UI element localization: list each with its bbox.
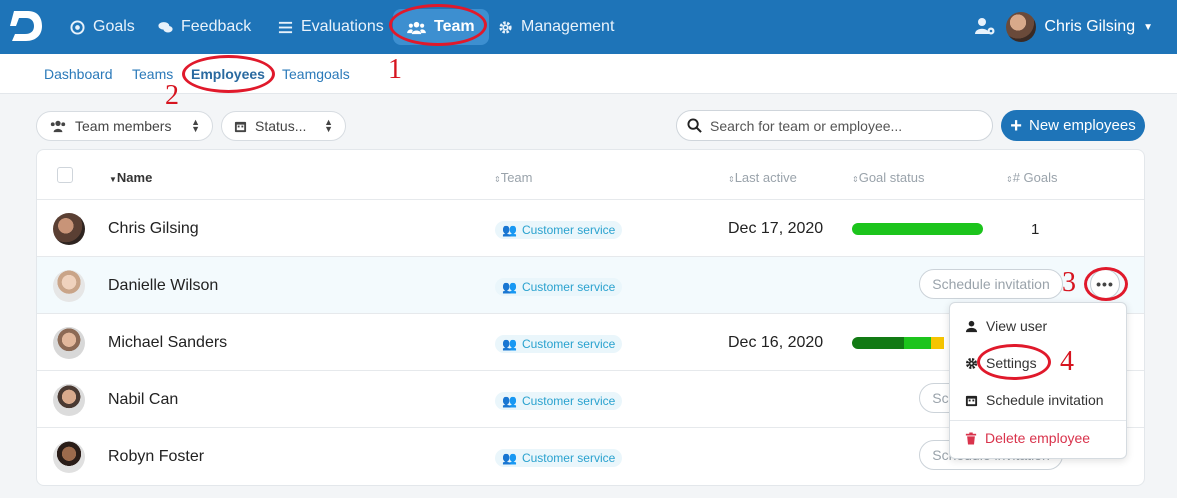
column-last-active[interactable]: ⇕Last active: [728, 170, 797, 185]
column-goal-status[interactable]: ⇕Goal status: [852, 170, 924, 185]
menu-item-view-user[interactable]: View user: [965, 318, 1047, 334]
caret-down-icon: ▼: [1143, 21, 1153, 33]
users-icon: 👥: [502, 223, 517, 237]
team-badge: 👥 Customer service: [495, 392, 623, 410]
table-header: ▼Name ⇕Team ⇕Last active ⇕Goal status ⇕#…: [37, 150, 1144, 200]
menu-divider: [950, 420, 1126, 421]
schedule-invitation-button[interactable]: Schedule invitation: [919, 269, 1063, 299]
column-team[interactable]: ⇕Team: [494, 170, 533, 185]
nav-management-label: Management: [521, 18, 615, 35]
team-badge: 👥 Customer service: [495, 221, 623, 239]
avatar: [1006, 12, 1037, 42]
sort-icon: ⇕: [852, 175, 859, 184]
search-input[interactable]: [710, 117, 980, 134]
avatar: [53, 213, 85, 245]
calendar-icon: [234, 121, 247, 132]
nav-team[interactable]: Team: [393, 9, 489, 45]
sort-icon: ⇕: [728, 175, 735, 184]
team-badge: 👥 Customer service: [495, 335, 623, 353]
team-badge: 👥 Customer service: [495, 278, 623, 296]
plus-icon: +: [1010, 114, 1022, 137]
goal-status-segment: [852, 337, 905, 349]
users-icon: 👥: [502, 280, 517, 294]
gear-icon: [965, 357, 978, 369]
sort-icon: ▲ ▼: [324, 117, 333, 134]
calendar-icon: [965, 395, 978, 406]
top-navbar: Goals Feedback Evaluations Team Manageme…: [0, 0, 1177, 54]
sort-icon: ▲ ▼: [191, 117, 200, 134]
target-icon: [70, 19, 85, 35]
nav-evaluations[interactable]: Evaluations: [278, 0, 384, 54]
team-members-filter[interactable]: Team members ▲ ▼: [36, 111, 213, 141]
last-active-date: Dec 17, 2020: [728, 220, 824, 237]
search-box: [676, 110, 993, 141]
nav-goals[interactable]: Goals: [70, 0, 135, 54]
annotation-number-1: 1: [388, 54, 402, 85]
goal-status-segment: [904, 337, 931, 349]
team-members-label: Team members: [75, 118, 172, 134]
search-icon: [687, 118, 702, 133]
subnav-employees[interactable]: Employees: [191, 66, 265, 82]
status-label: Status...: [255, 118, 307, 134]
employee-name[interactable]: Danielle Wilson: [108, 277, 218, 295]
table-row[interactable]: Chris Gilsing 👥 Customer service Dec 17, …: [37, 200, 1144, 257]
annotation-number-4: 4: [1060, 346, 1074, 377]
menu-item-delete-employee[interactable]: Delete employee: [965, 430, 1090, 446]
comments-icon: [158, 21, 173, 32]
employee-name[interactable]: Nabil Can: [108, 391, 178, 409]
nav-team-label: Team: [434, 18, 475, 35]
nav-goals-label: Goals: [93, 18, 135, 35]
gear-icon: [499, 20, 512, 34]
nav-feedback-label: Feedback: [181, 18, 252, 35]
users-icon: [407, 21, 426, 34]
user-name: Chris Gilsing: [1044, 18, 1136, 35]
sort-icon: ⇕: [1006, 175, 1013, 184]
annotation-number-3: 3: [1062, 267, 1076, 298]
employee-name[interactable]: Robyn Foster: [108, 448, 204, 466]
goal-status-bar: [852, 223, 983, 235]
list-icon: [278, 21, 293, 33]
sort-icon: ⇕: [494, 175, 501, 184]
trash-icon: [965, 432, 977, 444]
column-name[interactable]: ▼Name: [109, 170, 152, 185]
sort-desc-icon: ▼: [109, 175, 117, 184]
avatar: [53, 384, 85, 416]
select-all-checkbox[interactable]: [57, 167, 73, 183]
goals-count: 1: [1031, 221, 1040, 238]
user-icon: [965, 320, 978, 332]
status-filter[interactable]: Status... ▲ ▼: [221, 111, 346, 141]
nav-management[interactable]: Management: [498, 0, 614, 54]
avatar: [53, 270, 85, 302]
new-employees-label: New employees: [1028, 117, 1136, 134]
avatar: [53, 441, 85, 473]
nav-evaluations-label: Evaluations: [301, 18, 384, 35]
app-logo-icon[interactable]: [10, 7, 44, 45]
users-icon: 👥: [502, 337, 517, 351]
team-badge: 👥 Customer service: [495, 449, 623, 467]
user-cog-icon[interactable]: [974, 16, 996, 38]
user-menu[interactable]: Chris Gilsing ▼: [1006, 0, 1153, 54]
subnav-dashboard[interactable]: Dashboard: [44, 66, 113, 82]
users-icon: 👥: [502, 451, 517, 465]
new-employees-button[interactable]: + New employees: [1001, 110, 1145, 141]
column-goals[interactable]: ⇕# Goals: [1006, 170, 1058, 185]
nav-feedback[interactable]: Feedback: [158, 0, 251, 54]
menu-item-settings[interactable]: Settings: [965, 355, 1037, 371]
users-icon: 👥: [502, 394, 517, 408]
goal-status-segment: [930, 337, 944, 349]
subnav-teamgoals[interactable]: Teamgoals: [282, 66, 350, 82]
employee-name[interactable]: Michael Sanders: [108, 334, 227, 352]
annotation-number-2: 2: [165, 80, 179, 111]
employee-name[interactable]: Chris Gilsing: [108, 220, 199, 238]
goal-status-segment: [852, 223, 983, 235]
more-options-button[interactable]: •••: [1090, 269, 1120, 299]
menu-item-schedule-invitation[interactable]: Schedule invitation: [965, 392, 1104, 408]
row-actions-menu: View user Settings Schedule invitation D…: [949, 302, 1127, 459]
last-active-date: Dec 16, 2020: [728, 334, 824, 351]
users-icon: [50, 120, 66, 133]
avatar: [53, 327, 85, 359]
